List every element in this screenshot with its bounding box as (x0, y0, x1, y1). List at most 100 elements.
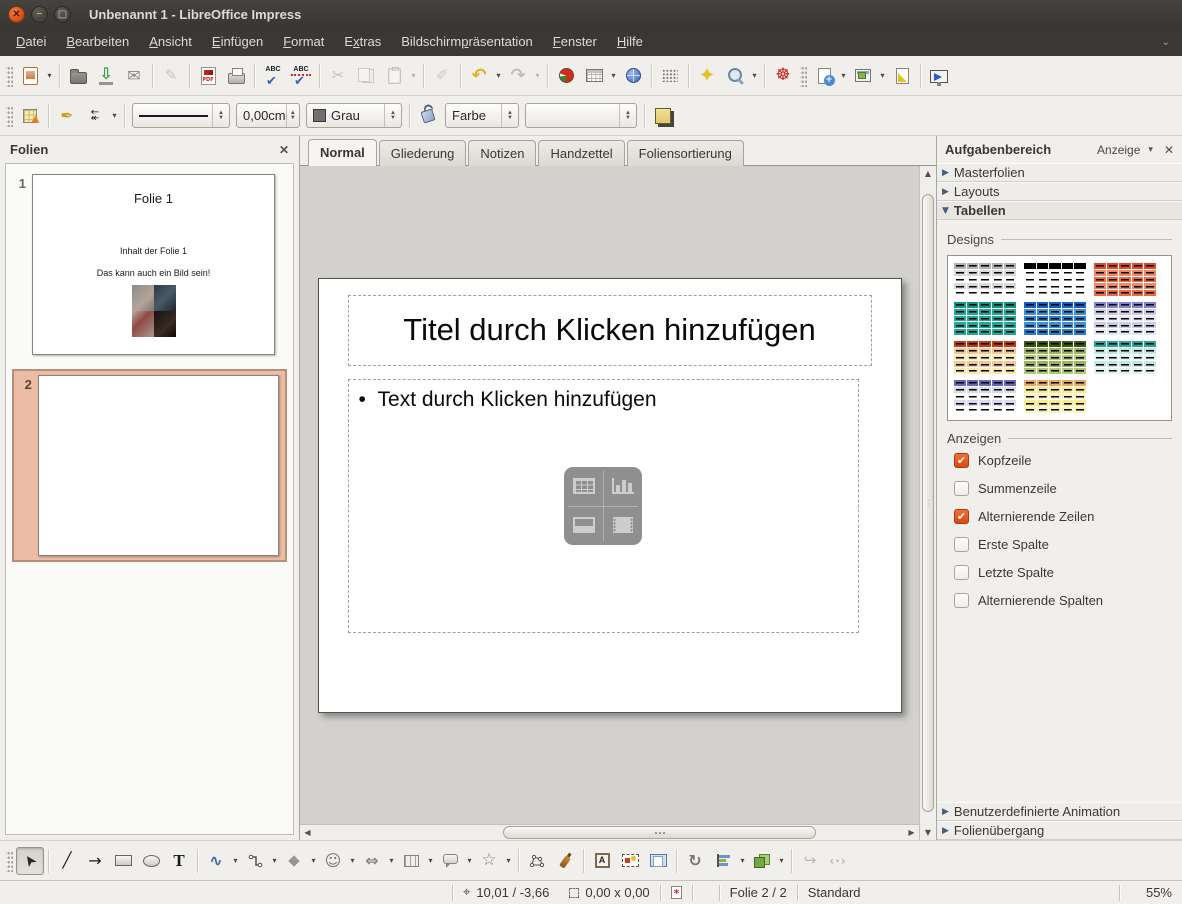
paste-dropdown-arrow[interactable]: ▾ (408, 71, 419, 80)
hyperlink-button[interactable] (619, 62, 647, 90)
tab-notizen[interactable]: Notizen (468, 140, 536, 166)
table-design-gray[interactable] (954, 263, 1016, 296)
cut-button[interactable]: ✂ (324, 62, 352, 90)
curve-dropdown-arrow[interactable]: ▾ (230, 856, 241, 865)
checkbox-row-kopfzeile[interactable]: ✔Kopfzeile (947, 446, 1172, 474)
checkbox-kopfzeile[interactable]: ✔ (954, 453, 969, 468)
menu-hilfe[interactable]: Hilfe (607, 29, 653, 54)
insert-chart-icon[interactable] (612, 478, 634, 494)
task-panel-close-icon[interactable]: ✕ (1161, 143, 1174, 157)
menu-fenster[interactable]: Fenster (543, 29, 607, 54)
insert-image-button[interactable] (616, 847, 644, 875)
line-width-spinbox[interactable]: 0,00cm ▲▼ (236, 103, 300, 128)
open-button[interactable] (64, 62, 92, 90)
undo-dropdown-arrow[interactable]: ▾ (493, 71, 504, 80)
toolbar-grip[interactable] (800, 65, 807, 87)
connector-dropdown-arrow[interactable]: ▾ (269, 856, 280, 865)
object-size-field[interactable]: 0,00 x 0,00 (559, 881, 659, 904)
flowchart-dropdown-arrow[interactable]: ▾ (425, 856, 436, 865)
menu-extras[interactable]: Extras (334, 29, 391, 54)
content-placeholder[interactable]: • Text durch Klicken hinzufügen (348, 379, 859, 633)
copy-button[interactable] (352, 62, 380, 90)
stars-button[interactable]: ☆ (475, 847, 503, 875)
export-pdf-button[interactable]: PDF (194, 62, 222, 90)
callouts-button[interactable] (436, 847, 464, 875)
toolbar-grip[interactable] (6, 105, 13, 127)
menubar-overflow-chevron-icon[interactable]: ⌄ (1162, 37, 1178, 48)
scroll-up-arrow[interactable]: ▲ (920, 166, 936, 181)
template-name-field[interactable]: Standard (798, 881, 1119, 904)
slide-editing-area[interactable]: Titel durch Klicken hinzufügen • Text du… (318, 278, 902, 713)
slide-thumbnail-1[interactable]: 1 Folie 1 Inhalt der Folie 1 Das kann au… (6, 172, 293, 357)
toolbar-grip[interactable] (6, 850, 13, 872)
glue-points-button[interactable] (551, 847, 579, 875)
slide-layout-dropdown-arrow[interactable]: ▾ (877, 71, 888, 80)
table-design-orange[interactable] (1094, 263, 1156, 296)
slide-indicator[interactable]: Folie 2 / 2 (720, 881, 797, 904)
menu-format[interactable]: Format (273, 29, 334, 54)
zoom-dropdown-arrow[interactable]: ▾ (749, 71, 760, 80)
basic-shapes-dropdown-arrow[interactable]: ▾ (308, 856, 319, 865)
table-design-cyan[interactable] (1094, 341, 1156, 374)
checkbox-letzte-spalte[interactable] (954, 565, 969, 580)
symbol-shapes-button[interactable]: ☺ (319, 847, 347, 875)
task-panel-view-label[interactable]: Anzeige (1097, 143, 1140, 157)
redo-dropdown-arrow[interactable]: ▾ (532, 71, 543, 80)
table-design-blue[interactable] (1024, 302, 1086, 335)
block-arrows-dropdown-arrow[interactable]: ▾ (386, 856, 397, 865)
interaction-button[interactable]: ↪ (796, 847, 824, 875)
zoom-level-field[interactable]: 55% (1120, 881, 1182, 904)
fill-color-spinner[interactable]: ▲▼ (619, 104, 636, 127)
section-masterfolien[interactable]: ▶Masterfolien (937, 163, 1182, 182)
tab-gliederung[interactable]: Gliederung (379, 140, 467, 166)
insert-image-icon[interactable] (573, 517, 595, 533)
scroll-left-arrow[interactable]: ◀ (300, 825, 315, 840)
alignment-button[interactable] (709, 847, 737, 875)
vertical-scroll-track[interactable] (920, 181, 936, 825)
insert-table-button[interactable] (580, 62, 608, 90)
zoom-button[interactable] (721, 62, 749, 90)
checkbox-row-alternierende-zeilen[interactable]: ✔Alternierende Zeilen (947, 502, 1172, 530)
section-layouts[interactable]: ▶Layouts (937, 182, 1182, 201)
area-dialog-button[interactable] (414, 102, 442, 130)
scroll-down-arrow[interactable]: ▼ (920, 825, 936, 840)
slide-layout-button[interactable] (849, 62, 877, 90)
checkbox-summenzeile[interactable] (954, 481, 969, 496)
slide-design-button[interactable] (888, 62, 916, 90)
line-dialog-button[interactable]: ✒ (53, 102, 81, 130)
section-folienübergang[interactable]: ▶Folienübergang (937, 821, 1182, 840)
print-button[interactable] (222, 62, 250, 90)
arrange-dropdown-arrow[interactable]: ▾ (776, 856, 787, 865)
horizontal-scrollbar[interactable]: ◀ ▶ (300, 824, 919, 840)
fill-color-combo[interactable]: ▲▼ (525, 103, 637, 128)
clone-formatting-button[interactable]: ✐ (428, 62, 456, 90)
callouts-dropdown-arrow[interactable]: ▾ (464, 856, 475, 865)
menu-ansicht[interactable]: Ansicht (139, 29, 202, 54)
vertical-scrollbar[interactable]: ▲ ▼ (919, 166, 936, 840)
checkbox-row-erste-spalte[interactable]: Erste Spalte (947, 530, 1172, 558)
points-tool-button[interactable] (523, 847, 551, 875)
basic-shapes-button[interactable]: ◆ (280, 847, 308, 875)
menu-bearbeiten[interactable]: Bearbeiten (56, 29, 139, 54)
symbol-shapes-dropdown-arrow[interactable]: ▾ (347, 856, 358, 865)
new-slide-button[interactable] (810, 62, 838, 90)
insert-table-icon[interactable] (573, 478, 595, 494)
navigator-button[interactable]: ✦ (693, 62, 721, 90)
table-design-violet[interactable] (954, 380, 1016, 413)
table-dropdown-arrow[interactable]: ▾ (608, 71, 619, 80)
email-button[interactable]: ✉ (120, 62, 148, 90)
horizontal-scroll-track[interactable] (315, 825, 904, 840)
shadow-toggle-button[interactable] (649, 102, 677, 130)
checkbox-alternierende-zeilen[interactable]: ✔ (954, 509, 969, 524)
slide-2-thumb[interactable] (38, 375, 279, 556)
ellipse-tool-button[interactable] (137, 847, 165, 875)
line-style-combo[interactable]: ▲▼ (132, 103, 230, 128)
checkbox-alternierende-spalten[interactable] (954, 593, 969, 608)
arrow-style-dropdown-arrow[interactable]: ▾ (109, 111, 120, 120)
title-placeholder[interactable]: Titel durch Klicken hinzufügen (348, 295, 872, 366)
checkbox-erste-spalte[interactable] (954, 537, 969, 552)
window-minimize-button[interactable]: − (31, 6, 48, 23)
table-design-teal[interactable] (954, 302, 1016, 335)
toolbar-grip[interactable] (6, 65, 13, 87)
table-design-yellow[interactable] (1024, 380, 1086, 413)
